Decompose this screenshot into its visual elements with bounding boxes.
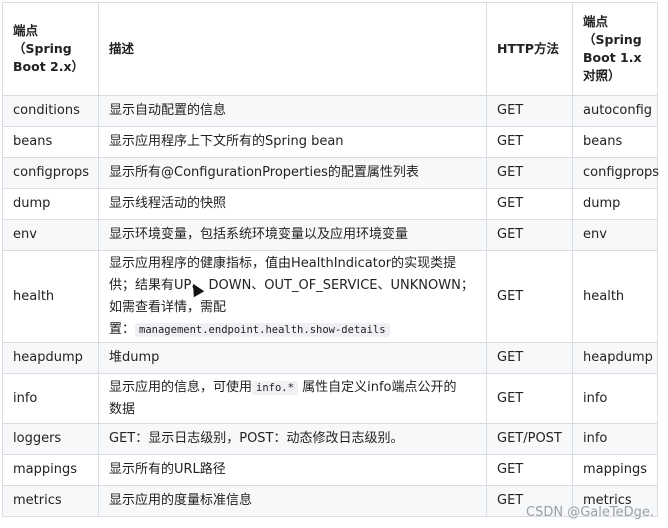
- endpoint-cell: info: [2, 373, 99, 424]
- description-cell: 显示应用程序的健康指标，值由HealthIndicator的实现类提 供；结果有…: [98, 250, 487, 343]
- boot1-cell: info: [572, 423, 658, 455]
- config-property-code: management.endpoint.health.show-details: [135, 322, 390, 337]
- description-line: 置： management.endpoint.health.show-detail…: [109, 319, 478, 341]
- table-row: env 显示环境变量，包括系统环境变量以及应用环境变量 GET env: [2, 219, 658, 251]
- method-cell: GET: [486, 188, 573, 220]
- endpoints-table: 端点（Spring Boot 2.x） 描述 HTTP方法 端点（Spring …: [2, 2, 659, 517]
- description-cell: 显示线程活动的快照: [98, 188, 487, 220]
- description-text: 置：: [109, 321, 136, 337]
- table-row: info 显示应用的信息，可使用 info.* 属性自定义info端点公开的 数据…: [2, 373, 658, 424]
- description-cell: 显示所有的URL路径: [98, 454, 487, 486]
- table-row: loggers GET：显示日志级别，POST：动态修改日志级别。 GET/PO…: [2, 423, 658, 455]
- table-row: beans 显示应用程序上下文所有的Spring bean GET beans: [2, 126, 658, 158]
- method-cell: GET: [486, 157, 573, 189]
- description-line: 供；结果有UP、 DOWN、OUT_OF_SERVICE、UNKNOWN；: [109, 277, 474, 293]
- header-description: 描述: [98, 2, 487, 96]
- method-cell: GET/POST: [486, 423, 573, 455]
- boot1-cell: heapdump: [572, 342, 658, 374]
- header-endpoint-boot2: 端点（Spring Boot 2.x）: [2, 2, 99, 96]
- endpoint-cell: mappings: [2, 454, 99, 486]
- header-endpoint-boot1: 端点（Spring Boot 1.x对照）: [572, 2, 658, 96]
- endpoint-cell: configprops: [2, 157, 99, 189]
- header-http-method: HTTP方法: [486, 2, 573, 96]
- description-line: 如需查看详情，需配: [109, 299, 227, 315]
- endpoint-cell: metrics: [2, 485, 99, 517]
- endpoint-cell: conditions: [2, 95, 99, 127]
- method-cell: GET: [486, 250, 573, 343]
- description-cell: GET：显示日志级别，POST：动态修改日志级别。: [98, 423, 487, 455]
- description-cell: 显示应用的度量标准信息: [98, 485, 487, 517]
- endpoint-cell: dump: [2, 188, 99, 220]
- boot1-cell: beans: [572, 126, 658, 158]
- table-header-row: 端点（Spring Boot 2.x） 描述 HTTP方法 端点（Spring …: [2, 2, 658, 96]
- table-row: mappings 显示所有的URL路径 GET mappings: [2, 454, 658, 486]
- method-cell: GET: [486, 454, 573, 486]
- boot1-cell: configprops: [572, 157, 659, 189]
- description-cell: 堆dump: [98, 342, 487, 374]
- description-text: 属性自定义info端点公开的: [302, 379, 457, 395]
- endpoint-cell: heapdump: [2, 342, 99, 374]
- method-cell: GET: [486, 373, 573, 424]
- description-line: 数据: [109, 401, 136, 417]
- description-line: 显示应用程序的健康指标，值由HealthIndicator的实现类提: [109, 255, 457, 271]
- property-pattern-code: info.*: [252, 380, 298, 395]
- endpoint-cell: env: [2, 219, 99, 251]
- boot1-cell: dump: [572, 188, 658, 220]
- description-text: 显示应用的信息，可使用: [109, 379, 253, 395]
- table-row: heapdump 堆dump GET heapdump: [2, 342, 658, 374]
- boot1-cell: health: [572, 250, 658, 343]
- endpoint-cell: beans: [2, 126, 99, 158]
- table-row: configprops 显示所有@ConfigurationProperties…: [2, 157, 659, 189]
- watermark-text: CSDN @GaleTeDge.: [526, 505, 654, 520]
- description-cell: 显示应用程序上下文所有的Spring bean: [98, 126, 487, 158]
- boot1-cell: mappings: [572, 454, 658, 486]
- boot1-cell: autoconfig: [572, 95, 658, 127]
- table-row: health 显示应用程序的健康指标，值由HealthIndicator的实现类…: [2, 250, 658, 343]
- table-row: dump 显示线程活动的快照 GET dump: [2, 188, 658, 220]
- boot1-cell: info: [572, 373, 658, 424]
- boot1-cell: env: [572, 219, 658, 251]
- method-cell: GET: [486, 219, 573, 251]
- method-cell: GET: [486, 342, 573, 374]
- description-cell: 显示应用的信息，可使用 info.* 属性自定义info端点公开的 数据: [98, 373, 487, 424]
- table-row: conditions 显示自动配置的信息 GET autoconfig: [2, 95, 658, 127]
- method-cell: GET: [486, 95, 573, 127]
- description-cell: 显示所有@ConfigurationProperties的配置属性列表: [98, 157, 487, 189]
- method-cell: GET: [486, 126, 573, 158]
- endpoint-cell: loggers: [2, 423, 99, 455]
- endpoint-cell: health: [2, 250, 99, 343]
- description-cell: 显示环境变量，包括系统环境变量以及应用环境变量: [98, 219, 487, 251]
- description-line: 显示应用的信息，可使用 info.* 属性自定义info端点公开的: [109, 377, 478, 399]
- description-cell: 显示自动配置的信息: [98, 95, 487, 127]
